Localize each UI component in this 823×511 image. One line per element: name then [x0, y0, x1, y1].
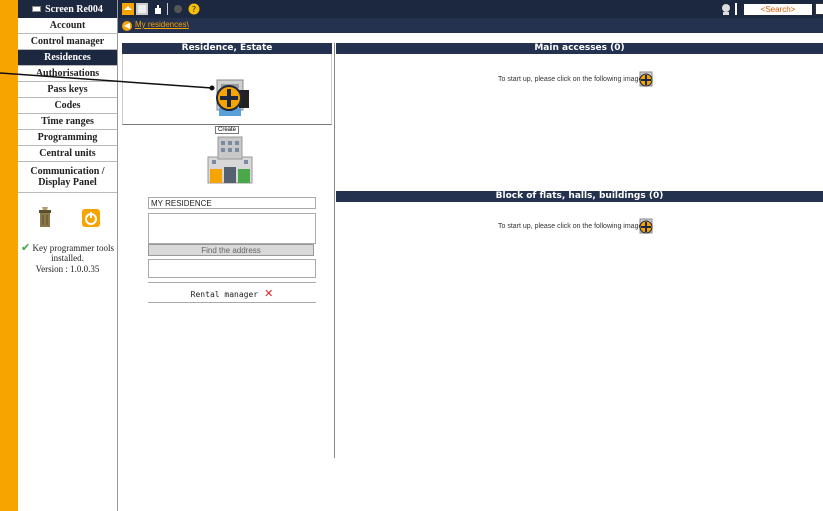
- residence-panel: Residence, Estate Create MY RESIDENCE Fi…: [122, 43, 332, 463]
- search-input[interactable]: <Search>: [744, 4, 812, 15]
- sidebar-title: Screen Re004: [18, 0, 117, 18]
- sidebar-title-label: Screen Re004: [45, 3, 103, 15]
- toolbar: ? <Search>: [118, 0, 823, 18]
- help-icon[interactable]: ?: [188, 3, 200, 15]
- power-icon[interactable]: [81, 207, 100, 229]
- bell-icon[interactable]: [172, 3, 184, 15]
- main-accesses-startup-text: To start up, please click on the followi…: [498, 76, 643, 83]
- main-content: Residence, Estate Create MY RESIDENCE Fi…: [118, 33, 823, 511]
- version-text: Version : 1.0.0.35: [35, 264, 100, 274]
- create-plus-icon[interactable]: [211, 78, 251, 118]
- sidebar-item-communication-display-panel[interactable]: Communication / Display Panel: [18, 162, 117, 193]
- add-block-icon[interactable]: [638, 218, 656, 236]
- sidebar-item-control-manager[interactable]: Control manager: [18, 34, 117, 50]
- breadcrumb-link[interactable]: My residences\: [135, 20, 189, 29]
- panel-divider: [334, 43, 335, 458]
- sidebar-item-residences[interactable]: Residences: [18, 50, 117, 66]
- residence-building-icon: [207, 136, 253, 184]
- add-access-icon[interactable]: [638, 71, 656, 89]
- tools-row: [18, 207, 117, 229]
- sidebar-item-programming[interactable]: Programming: [18, 130, 117, 146]
- checkmark-icon: ✔: [21, 242, 31, 254]
- residence-description-field[interactable]: [148, 213, 316, 244]
- hand-icon[interactable]: [152, 3, 164, 15]
- breadcrumb: ◀ My residences\: [118, 18, 823, 33]
- home-icon[interactable]: [122, 3, 134, 15]
- key-status-text: Key programmer tools installed.: [32, 243, 114, 263]
- blocks-startup-text: To start up, please click on the followi…: [498, 223, 643, 230]
- search-icon[interactable]: [815, 3, 823, 15]
- settings-user-icon[interactable]: [720, 3, 732, 15]
- sidebar-item-pass-keys[interactable]: Pass keys: [18, 82, 117, 98]
- main-accesses-header: Main accesses (0): [336, 43, 823, 54]
- orange-margin: [0, 0, 18, 511]
- residence-name-field[interactable]: MY RESIDENCE: [148, 197, 316, 209]
- sidebar-item-time-ranges[interactable]: Time ranges: [18, 114, 117, 130]
- delete-icon[interactable]: ✕: [264, 287, 273, 300]
- toolbar-separator: [167, 3, 168, 15]
- sidebar: Screen Re004 Account Control manager Res…: [18, 0, 118, 511]
- svg-text:?: ?: [192, 5, 196, 14]
- blocks-header: Block of flats, halls, buildings (0): [336, 191, 823, 202]
- sidebar-item-codes[interactable]: Codes: [18, 98, 117, 114]
- sidebar-item-authorisations[interactable]: Authorisations: [18, 66, 117, 82]
- rental-manager-label: Rental manager: [190, 290, 259, 299]
- grid-icon[interactable]: [136, 3, 148, 15]
- recycle-bin-icon[interactable]: [36, 207, 54, 229]
- divider: [148, 302, 316, 303]
- residence-create-area: Create: [122, 54, 332, 134]
- rental-manager-row: Rental manager ✕: [148, 287, 316, 301]
- key-programmer-status: ✔ Key programmer tools installed.: [18, 242, 117, 264]
- residence-panel-header: Residence, Estate: [122, 43, 332, 54]
- address-field[interactable]: [148, 259, 316, 278]
- sidebar-item-account[interactable]: Account: [18, 18, 117, 34]
- divider: [148, 282, 316, 283]
- search-separator: [735, 3, 737, 15]
- screen-icon: [32, 6, 42, 12]
- sidebar-item-central-units[interactable]: Central units: [18, 146, 117, 162]
- find-address-button[interactable]: Find the address: [148, 244, 314, 256]
- back-arrow-icon[interactable]: ◀: [122, 21, 132, 31]
